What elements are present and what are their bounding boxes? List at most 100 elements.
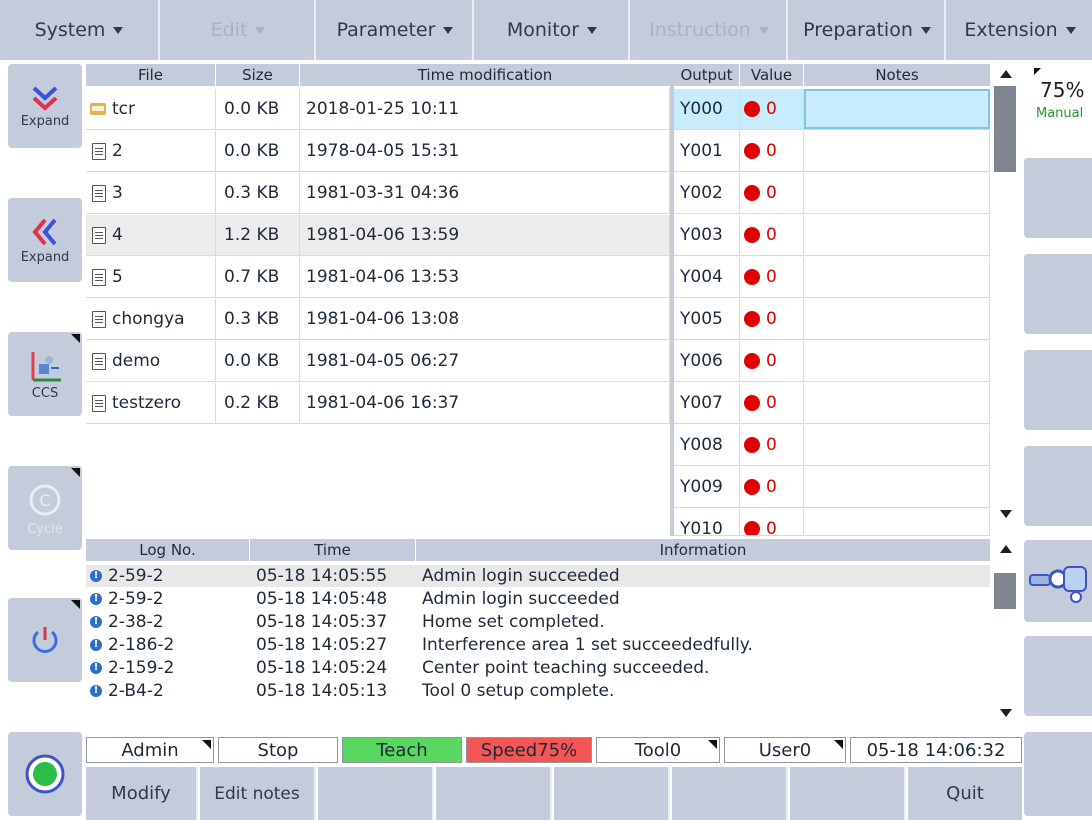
notes-cell[interactable] bbox=[804, 383, 990, 423]
output-row[interactable]: Y005 0 bbox=[674, 299, 990, 340]
output-row-selected[interactable]: Y000 0 bbox=[674, 89, 990, 130]
user-frame-status-label: User0 bbox=[758, 739, 812, 761]
log-time: 05-18 14:05:27 bbox=[256, 635, 388, 655]
menu-parameter-label: Parameter bbox=[336, 19, 436, 41]
log-no: 2-59-2 bbox=[108, 566, 164, 586]
status-led-icon bbox=[744, 521, 760, 535]
file-row-selected[interactable]: 4 1.2 KB 1981-04-06 13:59 bbox=[86, 215, 670, 256]
output-value: 0 bbox=[766, 267, 777, 287]
chevron-down-icon bbox=[443, 26, 454, 34]
output-column-header: Output bbox=[674, 64, 740, 86]
output-id: Y008 bbox=[674, 425, 740, 465]
scroll-up-icon[interactable] bbox=[1000, 70, 1012, 78]
file-size: 0.0 KB bbox=[216, 89, 300, 129]
tool-status[interactable]: Tool0 bbox=[596, 737, 720, 763]
record-button[interactable] bbox=[8, 732, 82, 816]
output-row[interactable]: Y009 0 bbox=[674, 467, 990, 508]
file-size: 0.7 KB bbox=[216, 257, 300, 297]
speed-indicator[interactable]: 75% Manual bbox=[1024, 64, 1092, 144]
log-no-column-header: Log No. bbox=[86, 539, 250, 561]
power-button[interactable] bbox=[8, 598, 82, 682]
output-row[interactable]: Y006 0 bbox=[674, 341, 990, 382]
notes-cell[interactable] bbox=[804, 425, 990, 465]
log-info: Interference area 1 set succeededfully. bbox=[422, 635, 753, 655]
corner-indicator bbox=[71, 334, 80, 343]
notes-cell[interactable] bbox=[804, 299, 990, 339]
output-row[interactable]: Y007 0 bbox=[674, 383, 990, 424]
scroll-up-icon[interactable] bbox=[1000, 545, 1012, 553]
log-row[interactable]: ! 2-186-2 05-18 14:05:27 Interference are… bbox=[86, 634, 990, 656]
log-row[interactable]: ! 2-159-2 05-18 14:05:24 Center point tea… bbox=[86, 657, 990, 679]
log-info: Tool 0 setup complete. bbox=[422, 681, 615, 701]
robot-button[interactable] bbox=[1024, 540, 1092, 622]
notes-cell[interactable] bbox=[804, 131, 990, 171]
menu-monitor[interactable]: Monitor bbox=[476, 0, 630, 60]
expand-left-label: Expand bbox=[20, 249, 70, 265]
right-function-button-2[interactable] bbox=[1024, 254, 1092, 334]
bottom-button-5[interactable] bbox=[554, 767, 670, 820]
modify-button[interactable]: Modify bbox=[86, 767, 198, 820]
log-row[interactable]: ! 2-38-2 05-18 14:05:37 Home set complete… bbox=[86, 611, 990, 633]
log-table-header: Log No. Time Information bbox=[86, 539, 990, 561]
file-icon bbox=[92, 184, 106, 202]
output-row[interactable]: Y010 0 bbox=[674, 509, 990, 536]
menu-extension[interactable]: Extension bbox=[948, 0, 1092, 60]
file-row[interactable]: 5 0.7 KB 1981-04-06 13:53 bbox=[86, 257, 670, 298]
output-scrollbar[interactable] bbox=[992, 64, 1020, 536]
expand-down-button[interactable]: Expand bbox=[8, 64, 82, 148]
scroll-thumb[interactable] bbox=[994, 86, 1016, 172]
log-row[interactable]: ! 2-59-2 05-18 14:05:48 Admin login succe… bbox=[86, 588, 990, 610]
bottom-button-7[interactable] bbox=[790, 767, 906, 820]
log-row-selected[interactable]: ! 2-59-2 05-18 14:05:55 Admin login succe… bbox=[86, 565, 990, 587]
menu-preparation[interactable]: Preparation bbox=[790, 0, 946, 60]
file-row[interactable]: 3 0.3 KB 1981-03-31 04:36 bbox=[86, 173, 670, 214]
right-function-button-1[interactable] bbox=[1024, 158, 1092, 238]
file-name: demo bbox=[112, 351, 161, 371]
user-status-label: Admin bbox=[121, 739, 179, 761]
menu-system[interactable]: System bbox=[0, 0, 160, 60]
file-row[interactable]: testzero 0.2 KB 1981-04-06 16:37 bbox=[86, 383, 670, 424]
output-row[interactable]: Y003 0 bbox=[674, 215, 990, 256]
menu-parameter[interactable]: Parameter bbox=[318, 0, 474, 60]
ccs-button[interactable]: CCS bbox=[8, 332, 82, 416]
double-chevron-down-icon bbox=[32, 86, 58, 111]
log-time-column-header: Time bbox=[250, 539, 416, 561]
file-row[interactable]: 2 0.0 KB 1978-04-05 15:31 bbox=[86, 131, 670, 172]
file-icon bbox=[92, 352, 106, 370]
output-row[interactable]: Y001 0 bbox=[674, 131, 990, 172]
notes-cell[interactable] bbox=[804, 509, 990, 535]
notes-cell[interactable] bbox=[804, 173, 990, 213]
file-name: 3 bbox=[112, 183, 123, 203]
right-function-button-5[interactable] bbox=[1024, 636, 1092, 716]
quit-button[interactable]: Quit bbox=[908, 767, 1022, 820]
user-frame-status[interactable]: User0 bbox=[724, 737, 846, 763]
scroll-down-icon[interactable] bbox=[1000, 510, 1012, 518]
right-function-button-6[interactable] bbox=[1024, 732, 1092, 816]
notes-cell[interactable] bbox=[804, 257, 990, 297]
notes-cell[interactable] bbox=[804, 89, 990, 129]
bottom-button-6[interactable] bbox=[672, 767, 788, 820]
output-value: 0 bbox=[766, 519, 777, 536]
log-scrollbar[interactable] bbox=[992, 539, 1020, 735]
notes-cell[interactable] bbox=[804, 215, 990, 255]
output-row[interactable]: Y002 0 bbox=[674, 173, 990, 214]
edit-notes-button[interactable]: Edit notes bbox=[200, 767, 316, 820]
log-row[interactable]: ! 2-B4-2 05-18 14:05:13 Tool 0 setup comp… bbox=[86, 680, 990, 702]
scroll-thumb[interactable] bbox=[994, 573, 1016, 609]
right-function-button-3[interactable] bbox=[1024, 350, 1092, 430]
bottom-button-3[interactable] bbox=[318, 767, 434, 820]
user-status[interactable]: Admin bbox=[86, 737, 214, 763]
output-row[interactable]: Y004 0 bbox=[674, 257, 990, 298]
output-value: 0 bbox=[766, 435, 777, 455]
file-row[interactable]: chongya 0.3 KB 1981-04-06 13:08 bbox=[86, 299, 670, 340]
output-row[interactable]: Y008 0 bbox=[674, 425, 990, 466]
notes-cell[interactable] bbox=[804, 467, 990, 507]
expand-left-button[interactable]: Expand bbox=[8, 198, 82, 282]
notes-cell[interactable] bbox=[804, 341, 990, 381]
file-row[interactable]: tcr 0.0 KB 2018-01-25 10:11 bbox=[86, 89, 670, 130]
file-row[interactable]: demo 0.0 KB 1981-04-05 06:27 bbox=[86, 341, 670, 382]
file-name: 2 bbox=[112, 141, 123, 161]
scroll-down-icon[interactable] bbox=[1000, 709, 1012, 717]
right-function-button-4[interactable] bbox=[1024, 446, 1092, 526]
bottom-button-4[interactable] bbox=[436, 767, 552, 820]
